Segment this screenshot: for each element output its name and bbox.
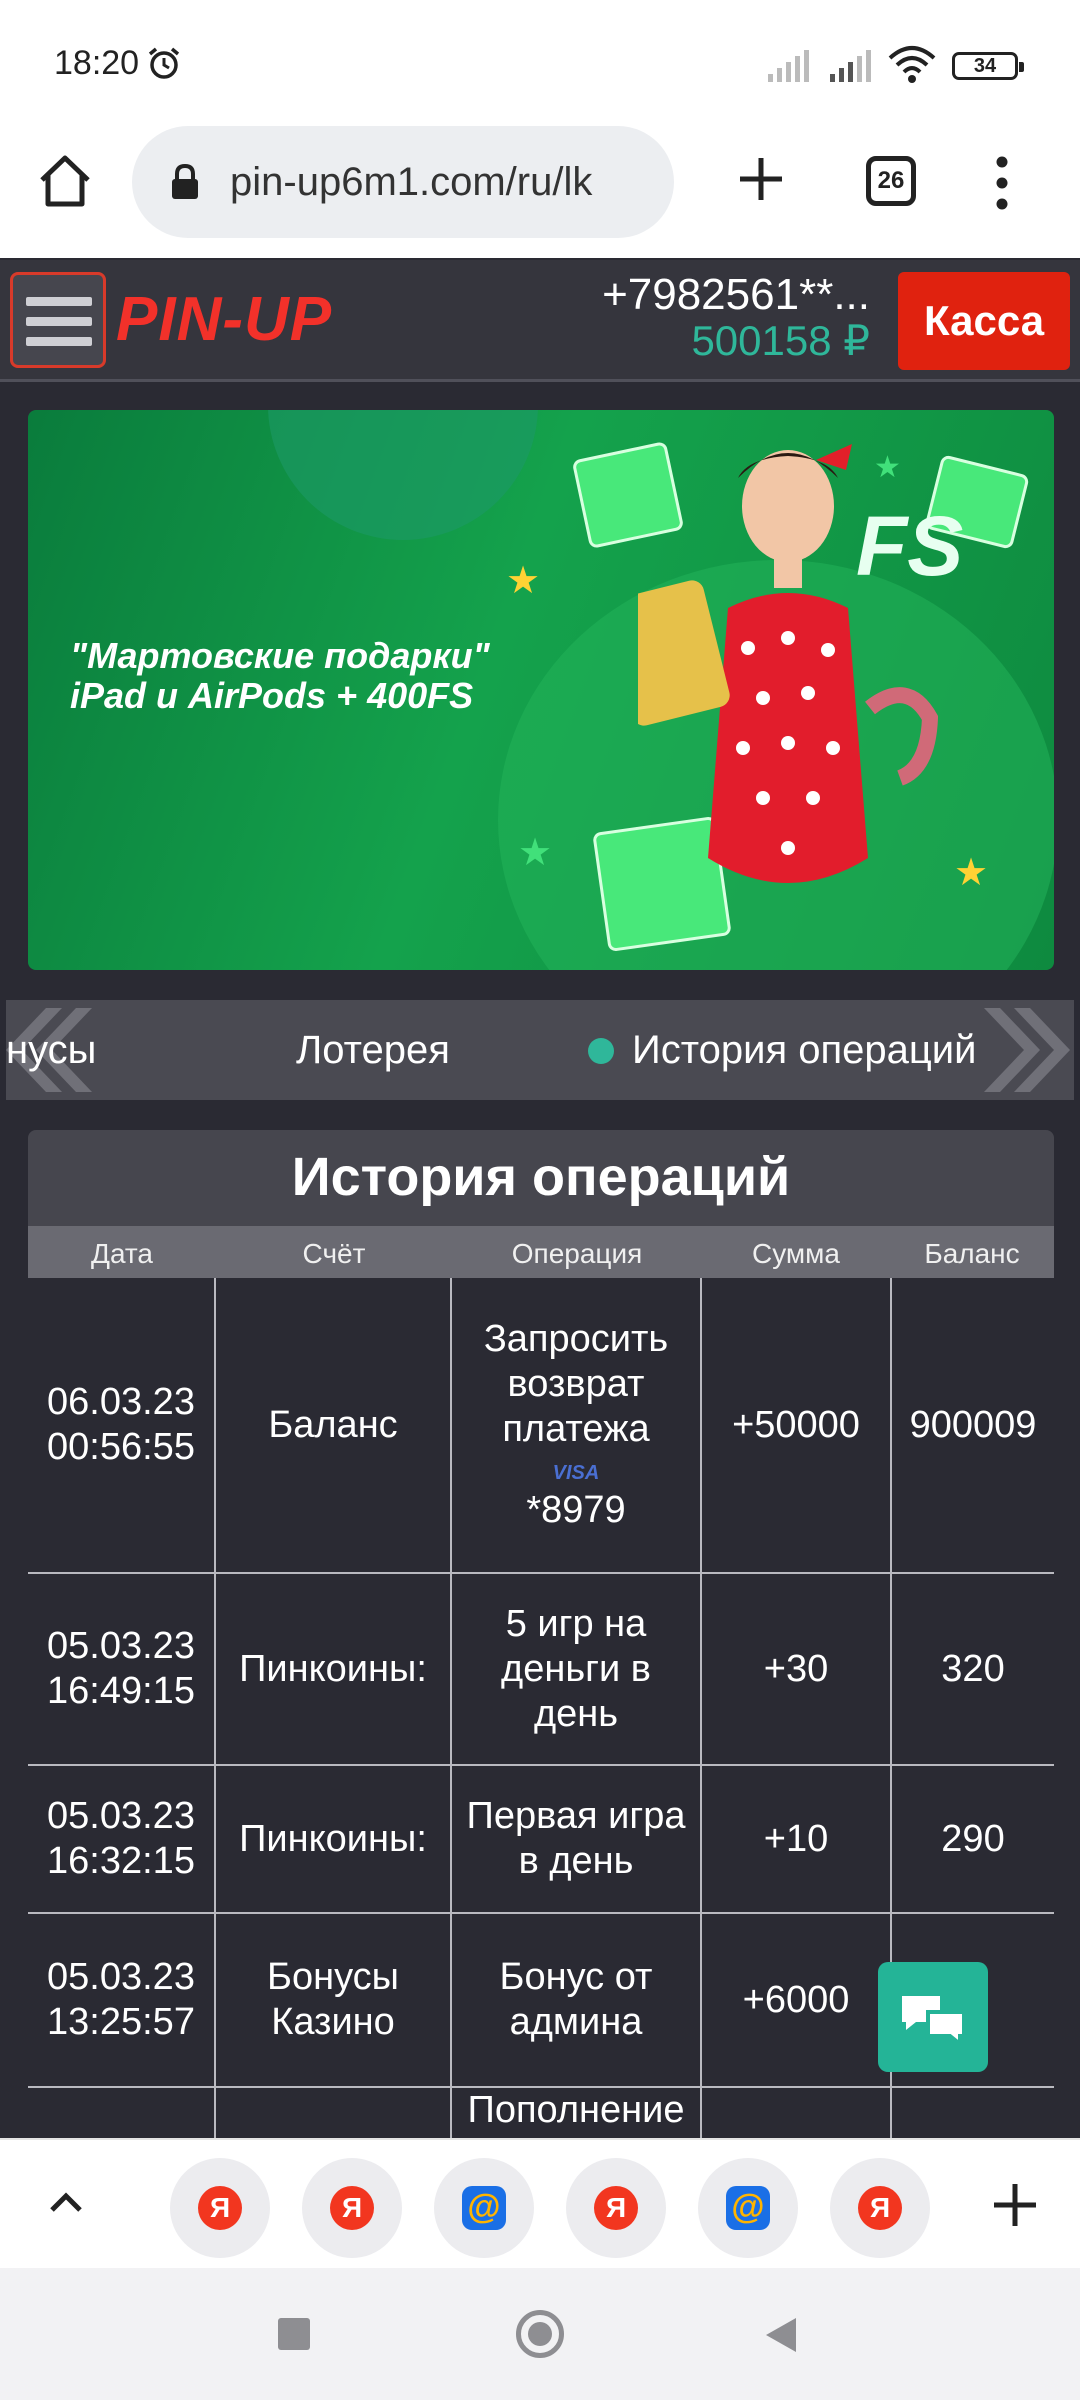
column-header: Дата	[90, 1238, 153, 1269]
quick-link-yandex[interactable]: Я	[170, 2158, 270, 2258]
quick-link-mail[interactable]: @	[434, 2158, 534, 2258]
scroll-right-icon[interactable]	[970, 1008, 1070, 1092]
tab-switcher-button[interactable]: 26	[866, 156, 916, 206]
column-header: Счёт	[302, 1238, 366, 1269]
add-shortcut-icon[interactable]	[990, 2180, 1040, 2230]
table-row: 05.03.23 16:32:15	[28, 1766, 214, 1912]
operation-cell: Первая игра в день	[466, 1795, 686, 1882]
table-row: 05.03.23 16:49:15	[28, 1574, 214, 1764]
recents-icon[interactable]	[278, 2318, 310, 2350]
visa-logo: VISA	[552, 1462, 600, 1484]
account-cell: Пинкоины:	[239, 1647, 427, 1690]
amount-cell: +50000	[732, 1403, 860, 1446]
card-number: *8979	[526, 1489, 626, 1531]
address-bar[interactable]: pin-up6m1.com/ru/lk	[132, 126, 674, 238]
time-cell: 16:49:15	[47, 1670, 195, 1712]
site-header: PIN-UP +7982561**... 500158 ₽ Касса	[0, 260, 1080, 382]
column-header: Сумма	[752, 1238, 840, 1269]
amount-cell: +30	[763, 1647, 829, 1690]
more-vert-icon[interactable]	[996, 156, 1008, 210]
date-cell: 05.03.23	[47, 1625, 195, 1667]
battery-icon: 34	[952, 52, 1024, 80]
date-cell: 06.03.23	[47, 1381, 195, 1423]
quick-link-yandex[interactable]: Я	[566, 2158, 666, 2258]
date-cell: 05.03.23	[47, 1795, 195, 1837]
quick-link-yandex[interactable]: Я	[302, 2158, 402, 2258]
account-cell: Бонусы Казино	[267, 1956, 399, 2043]
table-row: 05.03.23 13:25:57	[28, 1914, 214, 2086]
operation-cell: Бонус от админа	[499, 1956, 653, 2043]
lock-icon	[172, 164, 198, 199]
chevron-up-icon[interactable]	[46, 2182, 86, 2222]
amount-cell: +10	[763, 1817, 829, 1860]
site-logo[interactable]: PIN-UP	[116, 284, 332, 355]
system-navigation-bar	[0, 2268, 1080, 2400]
home-icon[interactable]	[34, 150, 96, 212]
home-nav-icon[interactable]	[516, 2310, 564, 2358]
hamburger-menu-icon[interactable]	[10, 272, 106, 368]
star-icon: ★	[954, 852, 989, 894]
time-cell: 00:56:55	[47, 1426, 195, 1468]
wifi-icon	[888, 46, 936, 83]
star-icon: ★	[506, 560, 541, 602]
support-chat-button[interactable]	[878, 1962, 988, 2072]
banner-text: "Мартовские подарки" iPad и AirPods + 40…	[70, 635, 490, 716]
amount-cell: +6000	[742, 1978, 850, 2021]
quick-link-yandex[interactable]: Я	[830, 2158, 930, 2258]
browser-toolbar: pin-up6m1.com/ru/lk 26	[0, 120, 1080, 260]
balance-cell: 320	[941, 1647, 1005, 1690]
status-bar: 18:20 34	[0, 0, 1080, 120]
time-cell: 13:25:57	[47, 2001, 195, 2043]
account-phone[interactable]: +7982561**...	[602, 270, 870, 320]
balance-cell: 900009	[909, 1403, 1037, 1446]
back-icon[interactable]	[762, 2316, 798, 2354]
time-cell: 16:32:15	[47, 1840, 195, 1882]
browser-bottom-toolbar: Я Я @ Я @ Я	[0, 2138, 1080, 2268]
account-cell: Баланс	[268, 1403, 398, 1446]
alarm-icon	[148, 47, 180, 79]
new-tab-icon[interactable]	[730, 148, 792, 210]
table-header: Дата Счёт Операция Сумма Баланс	[28, 1226, 1054, 1278]
account-balance: 500158 ₽	[691, 317, 870, 364]
operation-cell: Запросить возврат платежа VISA *8979	[483, 1318, 669, 1531]
cashier-button[interactable]: Касса	[898, 272, 1070, 370]
active-tab-dot	[588, 1038, 614, 1064]
tab-operation-history[interactable]: История операций	[632, 1028, 976, 1073]
chat-icon	[902, 1996, 966, 2049]
status-time: 18:20	[54, 44, 140, 82]
account-cell: Пинкоины:	[239, 1817, 427, 1860]
promo-banner[interactable]: "Мартовские подарки" iPad и AirPods + 40…	[28, 410, 1054, 970]
column-header: Баланс	[924, 1238, 1020, 1269]
star-icon: ★	[518, 832, 553, 874]
tab-bonuses[interactable]: нусы	[6, 1028, 96, 1073]
pinup-girl-image	[638, 444, 938, 883]
history-title: История операций	[291, 1147, 791, 1207]
url-text: pin-up6m1.com/ru/lk	[230, 160, 593, 204]
operation-cell: 5 игр на деньги в день	[501, 1602, 651, 1735]
tab-lottery[interactable]: Лотерея	[296, 1028, 450, 1073]
signal-icon	[830, 50, 871, 82]
signal-icon	[768, 50, 809, 82]
date-cell: 05.03.23	[47, 1956, 195, 1998]
account-tabs: нусы Лотерея История операций	[6, 1000, 1074, 1100]
balance-cell: 290	[941, 1817, 1005, 1860]
column-header: Операция	[511, 1238, 643, 1269]
history-title-bar: История операций	[28, 1130, 1054, 1226]
quick-link-mail[interactable]: @	[698, 2158, 798, 2258]
table-row: 06.03.23 00:56:55	[28, 1278, 214, 1572]
